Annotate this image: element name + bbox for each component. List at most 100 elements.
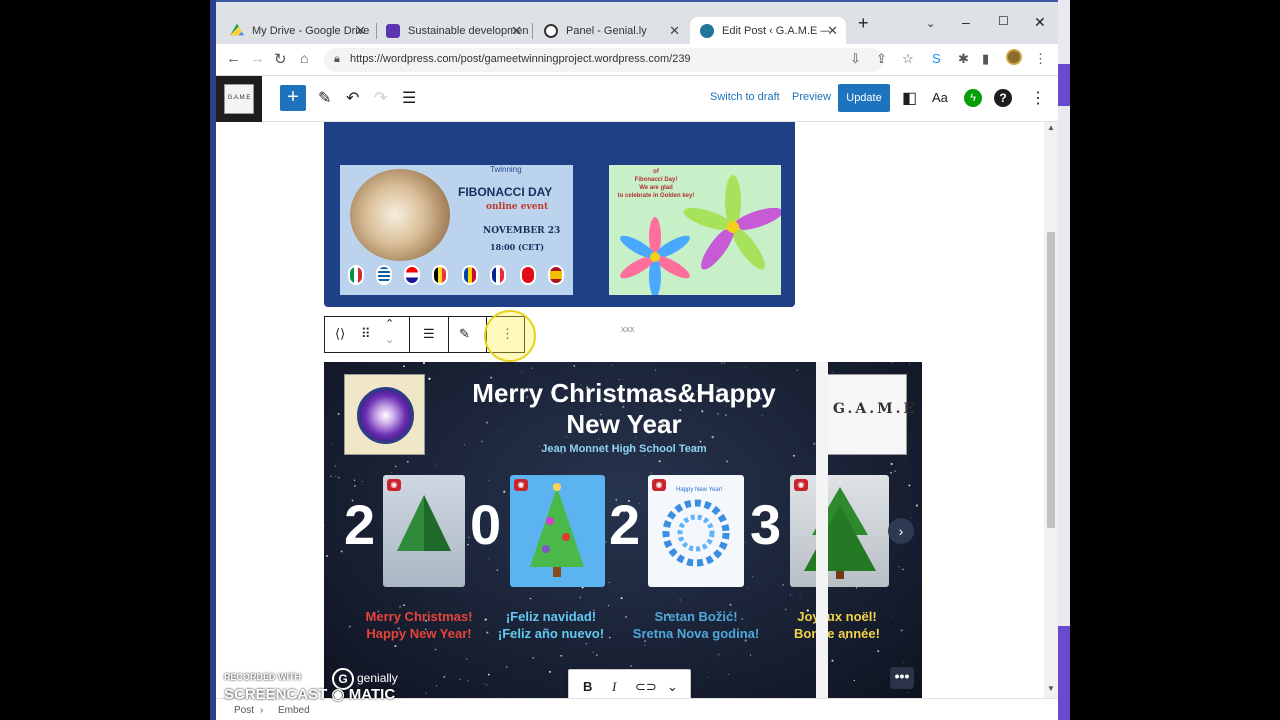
minimize-button[interactable]: – — [962, 14, 970, 30]
move-down-icon[interactable]: ⌄ — [385, 333, 394, 346]
link-icon[interactable]: ⊂⊃ — [635, 679, 657, 695]
embed-scrollbar[interactable] — [816, 362, 828, 698]
switch-to-draft-button[interactable]: Switch to draft — [710, 91, 780, 103]
breadcrumb-embed[interactable]: Embed — [278, 705, 310, 716]
christmas-tree-card[interactable]: ◉ — [383, 475, 465, 587]
star — [488, 479, 490, 482]
profile-avatar[interactable] — [1006, 49, 1022, 65]
pen-tool-icon[interactable]: ✎ — [318, 88, 331, 108]
tab-edit-post[interactable]: Edit Post ‹ G.A.M.E — Wo ✕ — [690, 17, 846, 44]
flag-pin-italy — [348, 265, 364, 285]
star — [422, 362, 426, 365]
bold-button[interactable]: B — [583, 679, 592, 694]
star — [548, 670, 551, 673]
align-center-icon[interactable]: ☰ — [423, 326, 435, 342]
bookmark-star-icon[interactable]: ☆ — [902, 51, 914, 67]
close-icon[interactable]: ✕ — [827, 23, 838, 39]
star — [361, 480, 363, 483]
star — [330, 475, 332, 478]
update-button[interactable]: Update — [838, 84, 890, 112]
new-tab-button[interactable]: + — [858, 13, 869, 34]
next-slide-button[interactable]: › — [888, 518, 914, 544]
genially-more-button[interactable]: ••• — [890, 667, 914, 689]
address-bar[interactable]: 🔒︎ https://wordpress.com/post/gameetwinn… — [324, 48, 884, 72]
maximize-button[interactable]: ☐ — [998, 14, 1009, 28]
undo-icon[interactable]: ↶ — [346, 88, 359, 108]
greeting-french: Joyeux noël! Bonne année! — [794, 609, 880, 641]
etwinning-club-logo — [344, 374, 425, 455]
document-overview-icon[interactable]: ☰ — [402, 88, 416, 108]
star — [531, 367, 533, 369]
home-button[interactable]: ⌂ — [300, 50, 308, 66]
drag-handle-icon[interactable]: ⠿ — [361, 326, 371, 342]
skype-extension-icon[interactable]: S — [932, 51, 941, 66]
christmas-tree-card[interactable]: ◉ — [790, 475, 889, 587]
genially-title: Merry Christmas&Happy New Year — [472, 378, 776, 439]
extensions-puzzle-icon[interactable]: ✱ — [958, 51, 969, 67]
back-button[interactable]: ← — [226, 50, 241, 67]
star — [435, 463, 436, 465]
star — [748, 588, 750, 589]
flag-pin-croatia — [404, 265, 420, 285]
scroll-down-icon[interactable]: ▼ — [1047, 684, 1055, 693]
editor-scrollbar[interactable]: ▲ ▼ — [1044, 122, 1058, 698]
genially-subtitle: Jean Monnet High School Team — [541, 443, 707, 455]
browser-window: My Drive - Google Drive ✕ Sustainable de… — [216, 0, 1058, 720]
star — [620, 597, 623, 600]
tab-strip: My Drive - Google Drive ✕ Sustainable de… — [216, 2, 1058, 44]
star — [561, 457, 563, 458]
redo-icon[interactable]: ↷ — [374, 88, 387, 108]
star — [902, 568, 904, 571]
flag-pin-moldova — [462, 265, 478, 285]
help-button[interactable]: ? — [994, 89, 1012, 107]
edit-url-icon[interactable]: ✎ — [459, 326, 470, 342]
desktop-background-right — [1058, 0, 1070, 720]
fibonacci-embed-block[interactable]: Twinning FIBONACCI DAY online event NOVE… — [324, 122, 795, 307]
star — [521, 370, 523, 372]
more-format-chevron-icon[interactable]: ⌄ — [667, 679, 678, 695]
share-icon[interactable]: ⇪ — [876, 51, 887, 67]
settings-panel-icon[interactable]: ◧ — [902, 88, 917, 108]
embed-caption[interactable]: xxx — [621, 324, 635, 334]
jetpack-icon[interactable]: ϟ — [964, 89, 982, 107]
editor-canvas[interactable]: Twinning FIBONACCI DAY online event NOVE… — [216, 122, 1058, 720]
tab-google-drive[interactable]: My Drive - Google Drive ✕ — [220, 17, 374, 44]
reload-button[interactable]: ↻ — [274, 50, 287, 68]
close-icon[interactable]: ✕ — [511, 23, 522, 39]
browser-menu-icon[interactable]: ⋮ — [1034, 51, 1047, 67]
star — [898, 566, 900, 568]
move-up-icon[interactable]: ⌃ — [385, 317, 394, 330]
install-app-icon[interactable]: ⇩ — [850, 51, 861, 67]
add-block-button[interactable]: + — [280, 85, 306, 111]
scroll-up-icon[interactable]: ▲ — [1047, 123, 1055, 132]
site-icon[interactable]: G.A.M.E — [216, 76, 262, 122]
genially-embed[interactable]: G.A.M.E Merry Christmas&Happy New Year J… — [324, 362, 922, 698]
star — [799, 594, 801, 596]
options-menu-icon[interactable]: ⋮ — [1030, 88, 1046, 108]
breadcrumb-post[interactable]: Post — [234, 705, 254, 716]
italic-button[interactable]: I — [612, 679, 616, 695]
genially-brand[interactable]: Ggenially — [332, 668, 398, 690]
window-close-button[interactable]: ✕ — [1034, 14, 1046, 31]
twinning-logo-text: Twinning — [490, 165, 522, 174]
star — [340, 550, 343, 553]
close-icon[interactable]: ✕ — [669, 23, 680, 39]
tab-sustainable-development[interactable]: Sustainable development ✕ — [376, 17, 530, 44]
wordpress-icon — [700, 23, 714, 38]
star — [644, 644, 646, 647]
preview-button[interactable]: Preview — [792, 91, 831, 103]
forward-button[interactable]: → — [250, 50, 265, 67]
star — [752, 576, 754, 578]
christmas-tree-card[interactable]: ◉ — [510, 475, 605, 587]
tab-genially-panel[interactable]: Panel - Genial.ly ✕ — [534, 17, 688, 44]
star — [721, 362, 723, 364]
embed-block-type-icon[interactable]: ⟨⟩ — [335, 326, 345, 342]
tab-search-chevron-icon[interactable]: ⌄ — [926, 17, 935, 30]
close-icon[interactable]: ✕ — [355, 23, 366, 39]
happy-new-year-card[interactable]: ◉ Happy New Year! — [648, 475, 744, 587]
star — [910, 516, 912, 518]
star — [644, 455, 646, 457]
scrollbar-thumb[interactable] — [1047, 232, 1055, 528]
side-panel-icon[interactable]: ▮ — [982, 51, 989, 67]
typography-button[interactable]: Aa — [932, 90, 948, 105]
